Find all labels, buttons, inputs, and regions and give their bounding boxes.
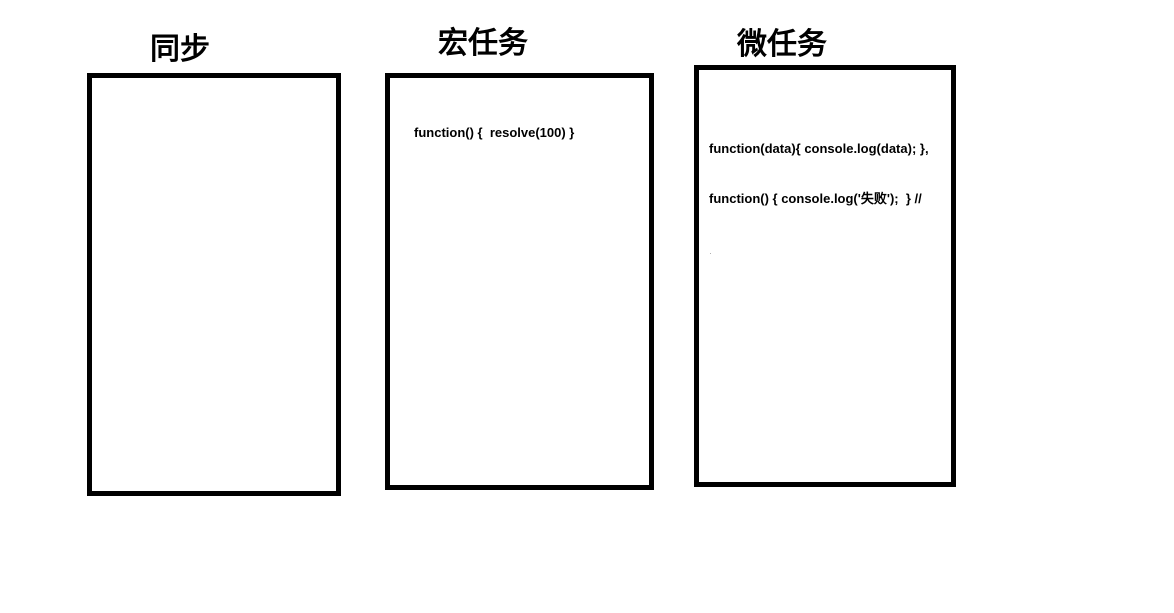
microtask-title: 微任务 <box>737 27 827 62</box>
microtask-box <box>694 65 956 487</box>
macrotask-title: 宏任务 <box>438 26 528 61</box>
microtask-code-line-1: function(data){ console.log(data); }, <box>709 141 929 156</box>
microtask-code-line-2: function() { console.log('失败'); } // <box>709 191 922 206</box>
stray-dot <box>710 253 711 254</box>
sync-box <box>87 73 341 496</box>
sync-title: 同步 <box>150 32 210 67</box>
macrotask-code-line: function() { resolve(100) } <box>414 125 575 140</box>
